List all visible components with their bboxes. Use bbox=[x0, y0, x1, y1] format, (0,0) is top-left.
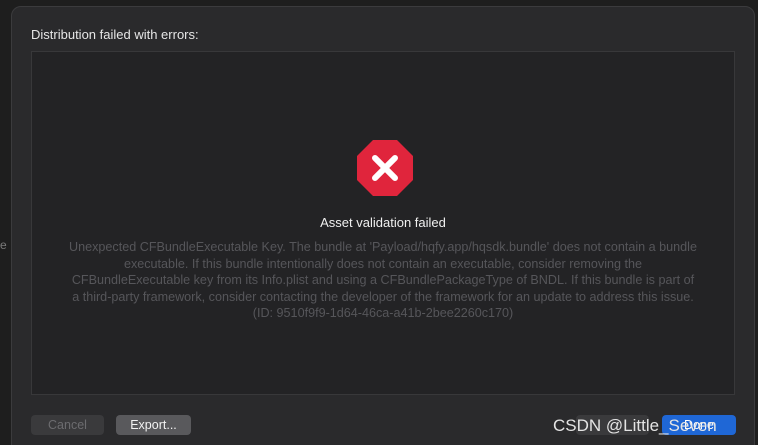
screen: e Distribution failed with errors: Asset… bbox=[0, 0, 758, 445]
dialog-title: Distribution failed with errors: bbox=[31, 27, 199, 42]
content-panel: Asset validation failed Unexpected CFBun… bbox=[31, 51, 735, 395]
error-octagon-icon bbox=[357, 140, 413, 196]
background-text-fragment: e bbox=[0, 238, 7, 252]
cancel-button[interactable]: Cancel bbox=[31, 415, 104, 435]
csdn-watermark: CSDN @Little_Seven bbox=[553, 416, 717, 435]
status-message: Unexpected CFBundleExecutable Key. The b… bbox=[69, 240, 697, 320]
status-title: Asset validation failed bbox=[320, 215, 446, 230]
distribution-dialog: Distribution failed with errors: Asset v… bbox=[11, 6, 755, 445]
export-button[interactable]: Export... bbox=[116, 415, 191, 435]
